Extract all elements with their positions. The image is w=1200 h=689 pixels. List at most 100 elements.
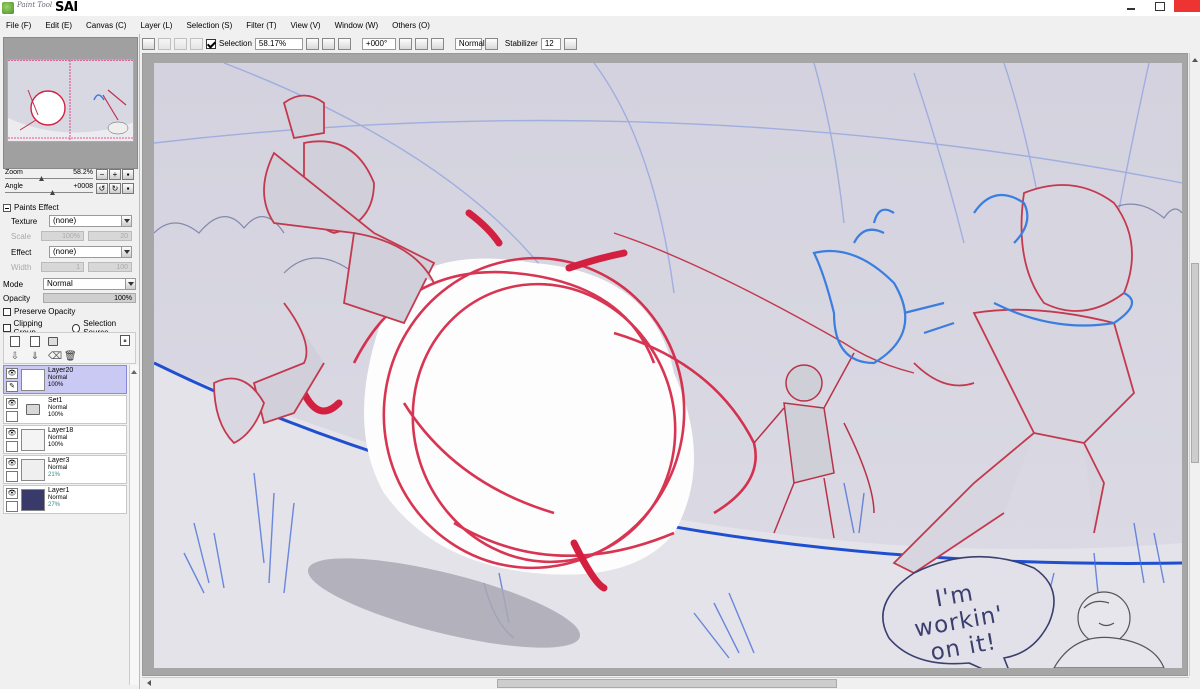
rotate-cw-icon[interactable]: ↻	[109, 183, 121, 194]
brush-icon[interactable]: ✎	[6, 381, 18, 392]
eye-icon[interactable]: 👁	[6, 368, 18, 379]
zoom-field[interactable]: 58.17%	[254, 37, 303, 50]
eye-icon[interactable]: 👁	[6, 458, 18, 469]
width-number[interactable]: 100	[88, 262, 132, 272]
scale-number[interactable]: 20	[88, 231, 132, 241]
layer-panel-menu-icon[interactable]: ▪	[120, 335, 130, 347]
eye-icon[interactable]: 👁	[6, 398, 18, 409]
rotate-reset-icon[interactable]	[430, 37, 444, 50]
app-logo-text: SAI	[55, 0, 78, 15]
blend-mode-field[interactable]: Normal	[454, 37, 485, 50]
zoom-out-icon[interactable]	[305, 37, 319, 50]
effect-select[interactable]: (none)	[49, 246, 132, 258]
layer-thumbnail	[21, 459, 45, 481]
mode-select[interactable]: Normal	[43, 278, 136, 290]
opacity-slider[interactable]: 100%	[43, 293, 136, 303]
brush-icon[interactable]	[6, 441, 18, 452]
canvas-viewport[interactable]: I'm workin' on it!	[142, 53, 1188, 676]
new-folder-icon[interactable]	[48, 337, 58, 346]
layer-thumbnail	[21, 429, 45, 451]
layer-row[interactable]: 👁 Layer3 Normal 21%	[3, 455, 127, 484]
menu-edit[interactable]: Edit (E)	[45, 21, 72, 30]
collapse-icon[interactable]	[3, 203, 11, 212]
rotate-left-icon[interactable]	[398, 37, 412, 50]
deselect-icon[interactable]	[174, 37, 187, 50]
scroll-up-icon[interactable]	[1192, 55, 1198, 62]
menu-others[interactable]: Others (O)	[392, 21, 430, 30]
selection-visible-checkbox[interactable]	[206, 38, 216, 49]
eye-icon[interactable]: 👁	[6, 488, 18, 499]
brush-icon[interactable]	[6, 411, 18, 422]
new-layer-icon[interactable]	[10, 336, 20, 347]
menu-window[interactable]: Window (W)	[335, 21, 379, 30]
mode-label: Mode	[3, 280, 24, 289]
preserve-opacity-checkbox[interactable]	[3, 307, 11, 316]
clipping-group-checkbox[interactable]	[3, 324, 11, 332]
layer-row[interactable]: 👁 ✎ Layer20 Normal 100%	[3, 365, 127, 394]
rotate-ccw-icon[interactable]: ↺	[96, 183, 108, 194]
canvas-vertical-scrollbar[interactable]	[1189, 53, 1200, 676]
menu-selection[interactable]: Selection (S)	[186, 21, 232, 30]
canvas-artwork[interactable]: I'm workin' on it!	[154, 63, 1182, 668]
menu-file[interactable]: File (F)	[6, 21, 31, 30]
layer-row[interactable]: 👁 Layer1 Normal 27%	[3, 485, 127, 514]
layer-opacity: 100%	[48, 412, 64, 418]
width-bar[interactable]: 1	[41, 262, 84, 272]
horizontal-scroll-thumb[interactable]	[497, 679, 837, 688]
scale-bar[interactable]: 100%	[41, 231, 84, 241]
zoom-minus-icon[interactable]: −	[96, 169, 108, 180]
zoom-fit-icon[interactable]: ▪	[122, 169, 134, 180]
title-bar: Paint Tool SAI	[0, 0, 1200, 16]
clear-layer-icon[interactable]: ⌫	[48, 351, 62, 362]
close-button[interactable]	[1174, 0, 1200, 12]
minimize-button[interactable]	[1118, 0, 1144, 12]
new-linework-layer-icon[interactable]	[30, 336, 40, 347]
layer-mode: Normal	[48, 435, 68, 441]
layer-opacity: 100%	[48, 442, 64, 448]
stabilizer-dropdown-icon[interactable]	[563, 37, 577, 50]
zoom-in-icon[interactable]	[321, 37, 335, 50]
menu-canvas[interactable]: Canvas (C)	[86, 21, 126, 30]
stabilizer-field[interactable]: 12	[540, 37, 561, 50]
layer-list-scrollbar[interactable]	[129, 365, 139, 685]
eye-icon[interactable]: 👁	[6, 428, 18, 439]
menu-view[interactable]: View (V)	[290, 21, 320, 30]
flip-canvas-icon[interactable]	[484, 37, 498, 50]
brush-icon[interactable]	[6, 471, 18, 482]
angle-slider[interactable]: Angle +0008	[3, 183, 95, 197]
navigator[interactable]	[3, 37, 138, 169]
zoom-plus-icon[interactable]: +	[109, 169, 121, 180]
maximize-button[interactable]	[1146, 0, 1172, 12]
scroll-up-icon[interactable]	[131, 367, 137, 374]
zoom-slider[interactable]: Zoom 58.2%	[3, 169, 95, 183]
layer-opacity: 27%	[48, 502, 61, 508]
redo-icon[interactable]	[158, 37, 171, 50]
selection-label: Selection	[219, 39, 252, 48]
layer-row[interactable]: 👁 Set1 Normal 100%	[3, 395, 127, 424]
rotate-right-icon[interactable]	[414, 37, 428, 50]
undo-icon[interactable]	[142, 37, 155, 50]
preserve-opacity-row[interactable]: Preserve Opacity	[3, 307, 75, 316]
transfer-down-icon[interactable]: ⇩	[10, 351, 20, 362]
layer-row[interactable]: 👁 Layer18 Normal 100%	[3, 425, 127, 454]
angle-field[interactable]: +000°	[361, 37, 396, 50]
scroll-left-icon[interactable]	[144, 680, 151, 686]
scale-label: Scale	[11, 232, 32, 241]
rotate-zero-icon[interactable]: ▪	[122, 183, 134, 194]
merge-down-icon[interactable]: ⇓	[30, 351, 40, 362]
zoom-reset-icon[interactable]	[337, 37, 351, 50]
texture-select[interactable]: (none)	[49, 215, 132, 227]
trash-icon[interactable]: 🗑	[64, 351, 77, 362]
brush-icon[interactable]	[6, 501, 18, 512]
canvas-horizontal-scrollbar[interactable]	[142, 677, 1189, 689]
paints-effect-header[interactable]: Paints Effect	[3, 203, 59, 212]
mode-row: Mode Normal	[3, 278, 136, 292]
layer-name: Layer3	[48, 457, 70, 464]
invert-selection-icon[interactable]	[190, 37, 203, 50]
layer-opacity: 21%	[48, 472, 61, 478]
effect-label: Effect	[11, 248, 32, 257]
navigator-thumbnail[interactable]	[7, 59, 134, 142]
vertical-scroll-thumb[interactable]	[1191, 263, 1199, 463]
menu-layer[interactable]: Layer (L)	[140, 21, 172, 30]
menu-filter[interactable]: Filter (T)	[246, 21, 276, 30]
